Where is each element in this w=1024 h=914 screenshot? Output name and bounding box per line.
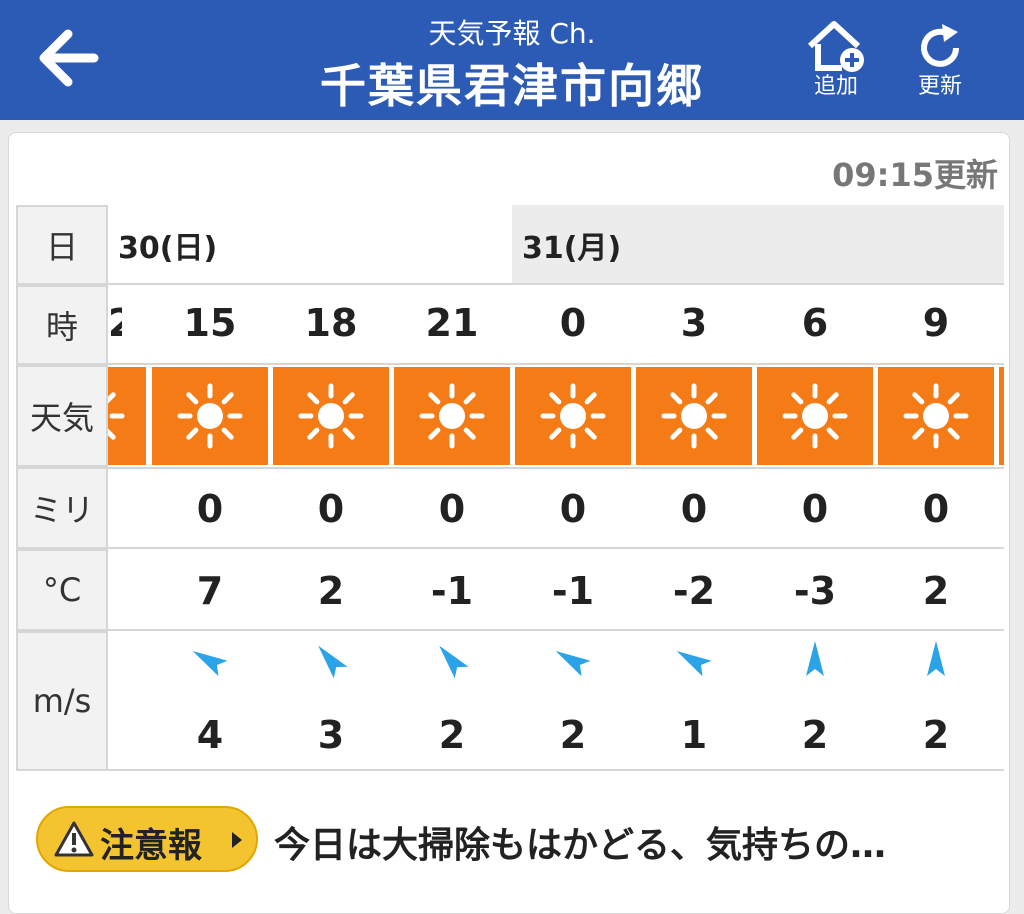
wind-direction-arrow-icon: [318, 645, 348, 679]
precip-cell: 0: [922, 487, 950, 531]
row-label-temp: °C: [16, 549, 108, 631]
refresh-label: 更新: [917, 74, 962, 99]
temp-cell: -3: [793, 569, 837, 613]
updated-time: 09:15更新: [832, 156, 998, 194]
temp-cell: -2: [672, 569, 716, 613]
precip-cell: 0: [196, 487, 224, 531]
add-label: 追加: [813, 74, 858, 99]
wind-speed-cell: 4: [196, 713, 224, 757]
weather-cell: [273, 367, 389, 465]
sun-icon: [419, 383, 485, 449]
precip-cell: 0: [559, 487, 587, 531]
day-header: 31(月): [512, 205, 1004, 285]
warning-icon: [54, 821, 94, 857]
row-label-precip: ミリ: [16, 467, 108, 549]
sun-icon: [540, 383, 606, 449]
hour-cell: 15: [183, 301, 237, 345]
sun-icon: [177, 383, 243, 449]
temp-cell: 7: [196, 569, 224, 613]
wind-speed-cell: 2: [559, 713, 587, 757]
wind-speed-cell: 2: [801, 713, 829, 757]
day-header: 30(日): [108, 205, 512, 285]
hour-cell: 9: [922, 301, 950, 345]
temp-cell: -1: [430, 569, 474, 613]
sun-icon: [903, 383, 969, 449]
notice-text[interactable]: 今日は大掃除もはかどる、気持ちの…: [274, 816, 886, 868]
precip-cell: 0: [680, 487, 708, 531]
chevron-right-icon: [232, 832, 242, 848]
row-divider: [108, 363, 1004, 365]
weather-cell: [878, 367, 994, 465]
app-header: 天気予報 Ch. 千葉県君津市向郷 追加 更新: [0, 0, 1024, 120]
row-divider: [108, 547, 1004, 549]
row-divider: [108, 283, 1004, 285]
sun-icon: [298, 383, 364, 449]
add-button[interactable]: 追加: [796, 18, 876, 108]
wind-speed-cell: 1: [680, 713, 708, 757]
weather-cell: [515, 367, 631, 465]
wind-direction-arrow-icon: [676, 651, 712, 677]
wind-direction-arrow-icon: [806, 641, 824, 676]
hour-cell: 18: [304, 301, 358, 345]
temp-cell: 2: [317, 569, 345, 613]
row-label-day: 日: [16, 205, 108, 285]
temp-cell: 2: [922, 569, 950, 613]
row-label-weather: 天気: [16, 365, 108, 467]
wind-direction-arrow-icon: [192, 651, 228, 677]
hour-cell: 6: [801, 301, 829, 345]
weather-cell: [757, 367, 873, 465]
weather-cell-partial: [999, 367, 1004, 465]
wind-direction-arrow-icon: [927, 641, 945, 676]
wind-speed-cell: 3: [317, 713, 345, 757]
weather-cell-partial: [108, 367, 146, 465]
precip-cell: 0: [438, 487, 466, 531]
hour-cell: 0: [559, 301, 587, 345]
weather-cell: [152, 367, 268, 465]
home-add-icon: [807, 21, 864, 72]
forecast-table: 日 時 天気 ミリ °C m/s 30(日) 31(月) 2 15 18 21 …: [16, 205, 1004, 771]
wind-speed-cell: 2: [438, 713, 466, 757]
wind-direction-arrow-icon: [555, 651, 591, 677]
sun-icon: [661, 383, 727, 449]
warning-badge-label: 注意報: [100, 826, 202, 866]
wind-speed-cell: 2: [922, 713, 950, 757]
wind-direction-arrow-icon: [439, 645, 469, 679]
hour-cell: 21: [425, 301, 479, 345]
hour-cell: 3: [680, 301, 708, 345]
warning-badge[interactable]: 注意報: [36, 806, 258, 872]
precip-cell: 0: [801, 487, 829, 531]
weather-cell: [636, 367, 752, 465]
sun-icon: [782, 383, 848, 449]
row-divider: [108, 769, 1004, 771]
sun-icon: [108, 392, 125, 440]
temp-cell: -1: [551, 569, 595, 613]
row-divider: [108, 467, 1004, 469]
row-label-wind: m/s: [16, 631, 108, 771]
precip-cell: 0: [317, 487, 345, 531]
hour-cell-partial: 2: [108, 301, 122, 345]
row-divider: [108, 629, 1004, 631]
weather-cell: [394, 367, 510, 465]
refresh-button[interactable]: 更新: [900, 18, 980, 108]
row-label-hour: 時: [16, 285, 108, 365]
